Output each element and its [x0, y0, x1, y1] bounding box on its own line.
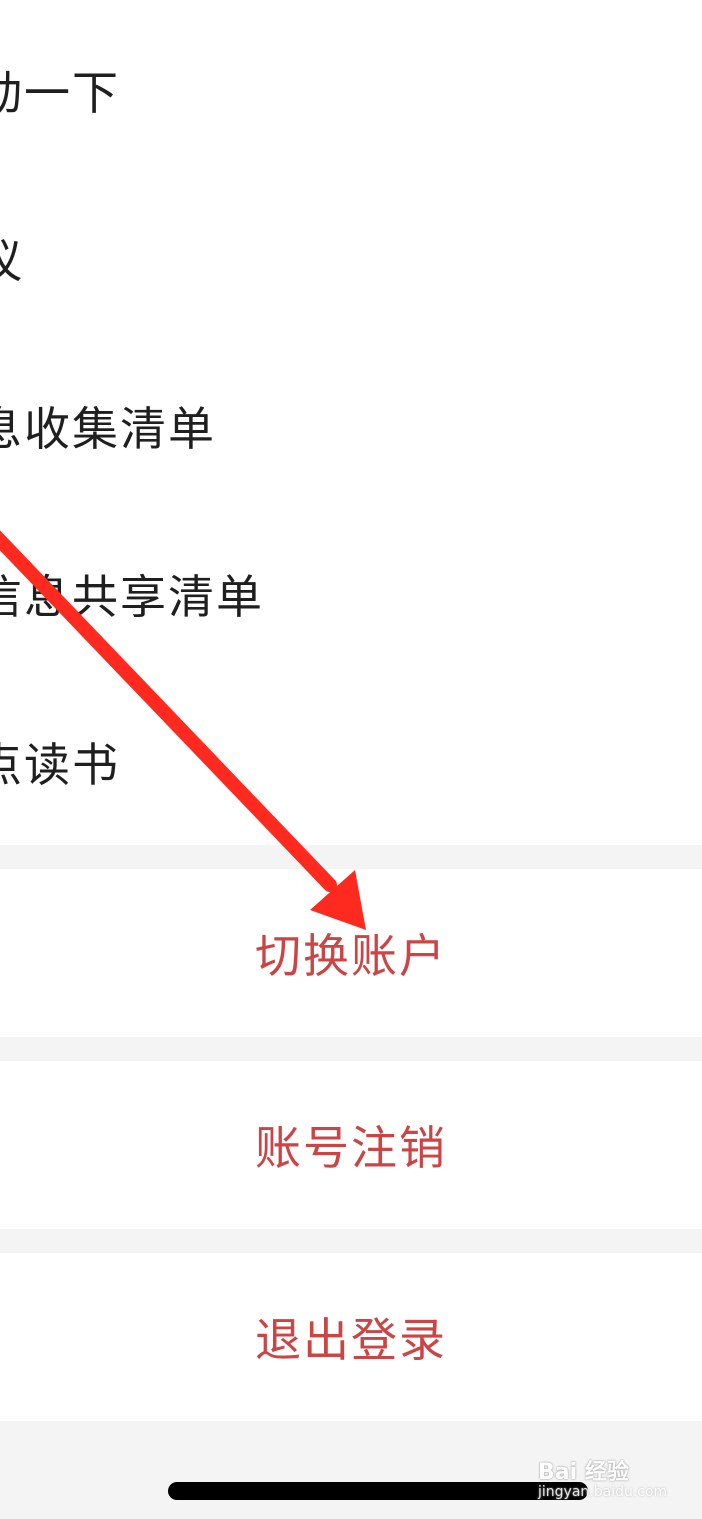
watermark-url: jingyan.baidu.com — [538, 1484, 668, 1500]
menu-item-label: 议 — [0, 225, 24, 291]
settings-screen: 动一下 议 息收集清单 信息共享清单 点读书 切换账户 账号注销 退出登录 Ba… — [0, 0, 702, 1519]
delete-account-label: 账号注销 — [255, 1121, 447, 1175]
menu-item-2[interactable]: 议 — [0, 174, 702, 342]
menu-item-1[interactable]: 动一下 — [0, 6, 702, 174]
menu-item-reading-book[interactable]: 点读书 — [0, 678, 702, 846]
logout-button[interactable]: 退出登录 — [0, 1253, 702, 1421]
switch-account-label: 切换账户 — [255, 929, 447, 983]
watermark-logo: Bai 经验 — [538, 1460, 629, 1485]
menu-item-info-collection-list[interactable]: 息收集清单 — [0, 342, 702, 510]
delete-account-button[interactable]: 账号注销 — [0, 1061, 702, 1229]
logout-label: 退出登录 — [255, 1313, 447, 1367]
switch-account-button[interactable]: 切换账户 — [0, 869, 702, 1037]
watermark: Bai 经验 jingyan.baidu.com — [538, 1448, 688, 1508]
home-indicator[interactable] — [168, 1482, 588, 1500]
menu-item-info-sharing-list[interactable]: 信息共享清单 — [0, 510, 702, 678]
menu-item-label: 点读书 — [0, 738, 120, 792]
menu-item-label: 动一下 — [0, 66, 120, 120]
menu-list: 动一下 议 息收集清单 信息共享清单 点读书 — [0, 0, 702, 845]
menu-item-label: 信息共享清单 — [0, 570, 264, 624]
menu-item-label: 息收集清单 — [0, 402, 216, 456]
